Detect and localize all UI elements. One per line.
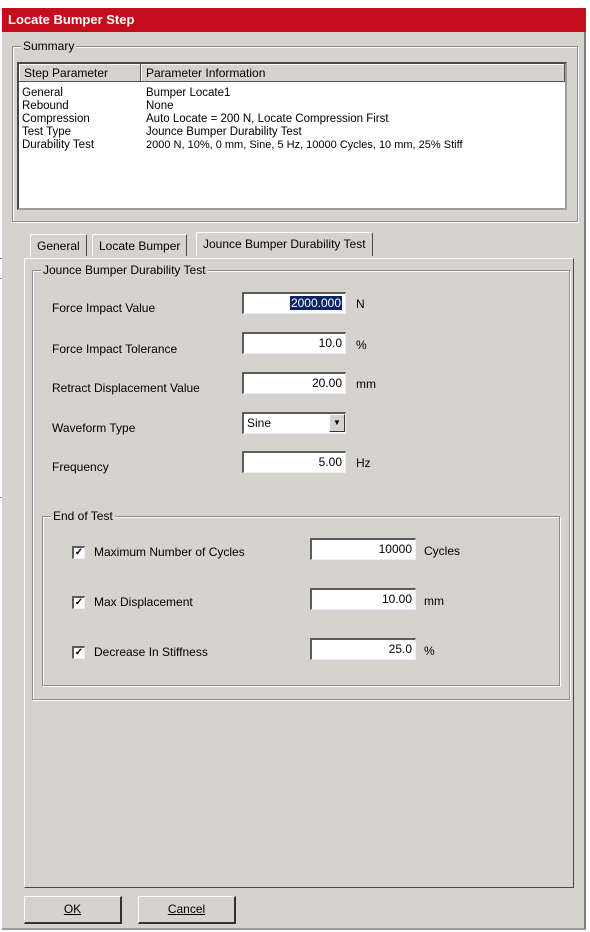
title-bar: Locate Bumper Step [2,8,586,32]
tab-locate-bumper-label: Locate Bumper [99,239,181,253]
ok-button-label: OK [63,902,82,916]
list-item-param: Compression [22,113,90,125]
dialog-window: Locate Bumper Step Summary Step Paramete… [2,8,586,930]
list-item[interactable]: Compression Auto Locate = 200 N, Locate … [19,113,565,126]
list-item[interactable]: Durability Test 2000 N, 10%, 0 mm, Sine,… [19,139,565,152]
column-header-parameter-information[interactable]: Parameter Information [141,64,565,82]
list-item[interactable]: Test Type Jounce Bumper Durability Test [19,126,565,139]
tab-jounce-label: Jounce Bumper Durability Test [203,237,366,251]
column-header-step-parameter[interactable]: Step Parameter [19,64,141,82]
summary-list[interactable]: Step Parameter Parameter Information Gen… [17,62,567,210]
list-item-param: Rebound [22,100,69,112]
list-item-info: Bumper Locate1 [146,87,231,99]
list-item[interactable]: Rebound None [19,100,565,113]
list-item-info: 2000 N, 10%, 0 mm, Sine, 5 Hz, 10000 Cyc… [146,139,463,151]
summary-group-title: Summary [21,39,77,53]
list-item-info: Jounce Bumper Durability Test [146,126,302,138]
list-item-info: Auto Locate = 200 N, Locate Compression … [146,113,389,125]
summary-list-header: Step Parameter Parameter Information [19,64,565,82]
tab-general-label: General [37,239,80,253]
list-item-info: None [146,100,174,112]
cancel-button[interactable]: Cancel [138,896,236,924]
ok-button[interactable]: OK [24,896,122,924]
list-item-param: Durability Test [22,139,95,151]
cancel-button-label: Cancel [167,902,206,916]
tab-panel [24,258,574,888]
list-item[interactable]: General Bumper Locate1 [19,87,565,100]
tab-general[interactable]: General [30,234,87,256]
list-item-param: Test Type [22,126,72,138]
list-item-param: General [22,87,63,99]
tab-jounce-bumper-durability-test[interactable]: Jounce Bumper Durability Test [196,232,373,256]
tab-locate-bumper[interactable]: Locate Bumper [92,234,188,256]
